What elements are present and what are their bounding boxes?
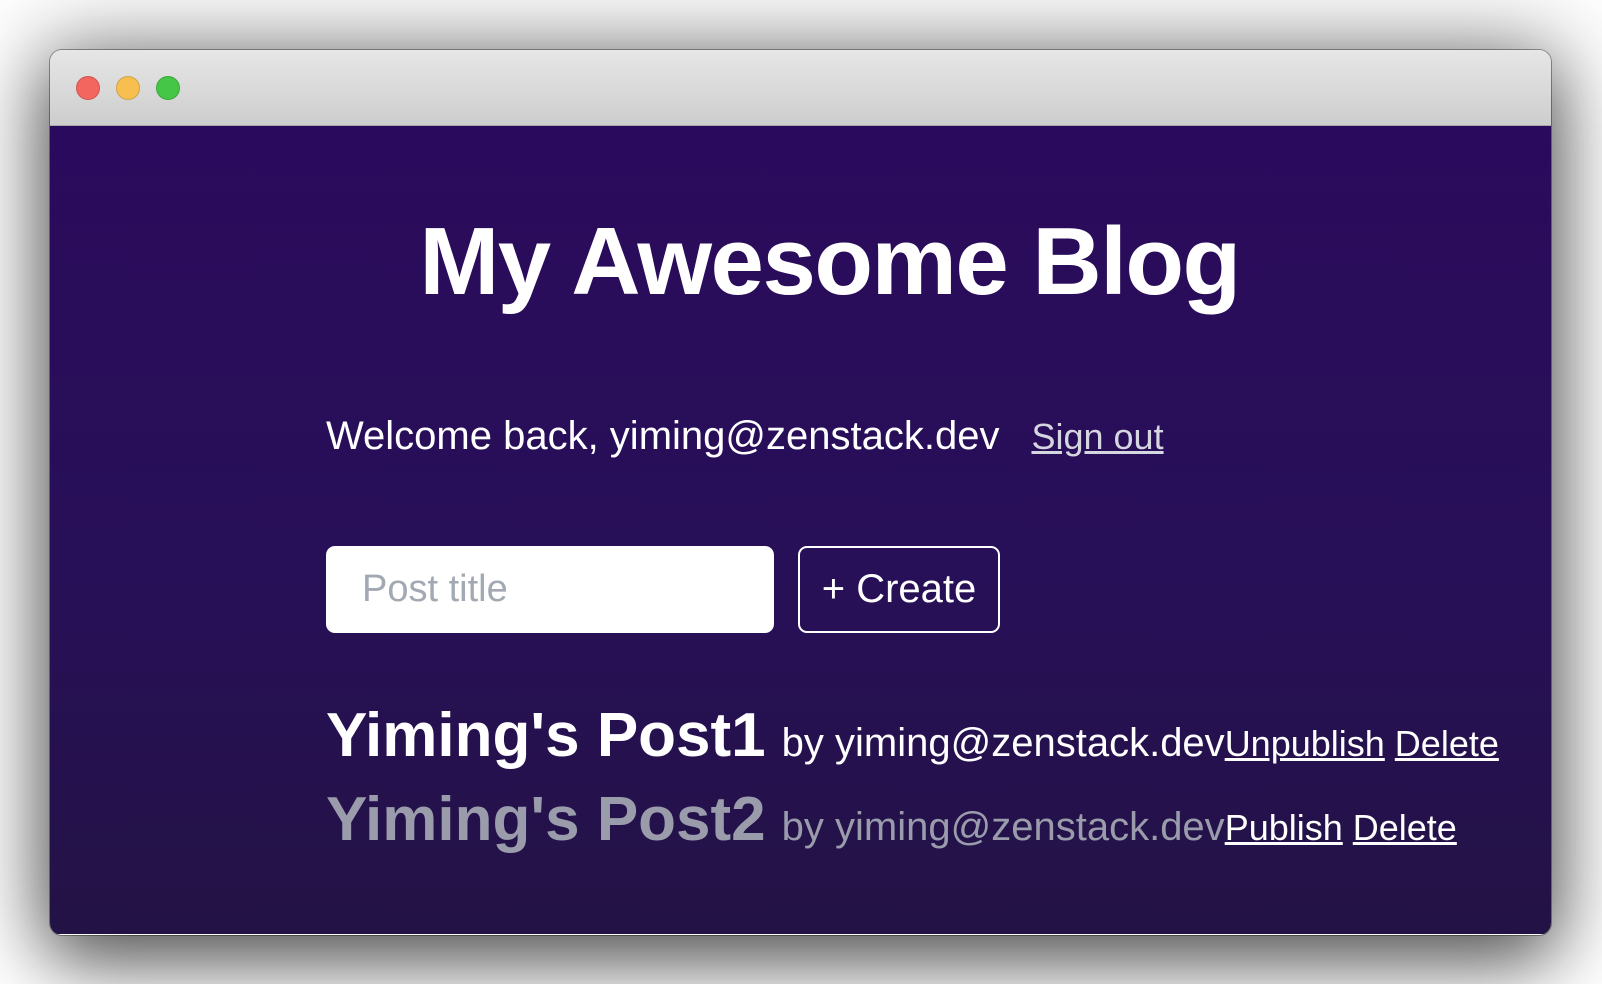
- zoom-window-button[interactable]: [156, 76, 180, 100]
- welcome-message: Welcome back, yiming@zenstack.dev: [326, 412, 999, 460]
- create-post-button[interactable]: + Create: [798, 546, 1000, 633]
- close-window-button[interactable]: [76, 76, 100, 100]
- window-titlebar[interactable]: [50, 50, 1551, 126]
- post-title-input[interactable]: [326, 546, 774, 633]
- publish-post-link[interactable]: Publish: [1225, 806, 1343, 849]
- post-info: Yiming's Post2 by yiming@zenstack.dev: [326, 783, 1225, 857]
- post-byline-text: by yiming@zenstack.dev: [782, 803, 1225, 851]
- unpublish-post-link[interactable]: Unpublish: [1225, 722, 1385, 765]
- post-title-text: Yiming's Post1: [326, 699, 766, 773]
- traffic-lights: [76, 76, 180, 100]
- posts-list: Yiming's Post1 by yiming@zenstack.dev Un…: [326, 699, 1333, 858]
- post-actions: Unpublish Delete: [1225, 722, 1499, 765]
- page-content: My Awesome Blog Welcome back, yiming@zen…: [50, 126, 1551, 934]
- sign-out-link[interactable]: Sign out: [1031, 415, 1163, 458]
- post-byline-text: by yiming@zenstack.dev: [782, 719, 1225, 767]
- post-row: Yiming's Post2 by yiming@zenstack.dev Pu…: [326, 783, 1333, 857]
- delete-post-link[interactable]: Delete: [1353, 806, 1457, 849]
- post-info: Yiming's Post1 by yiming@zenstack.dev: [326, 699, 1225, 773]
- post-actions: Publish Delete: [1225, 806, 1457, 849]
- minimize-window-button[interactable]: [116, 76, 140, 100]
- post-row: Yiming's Post1 by yiming@zenstack.dev Un…: [326, 699, 1333, 773]
- page-title: My Awesome Blog: [326, 126, 1333, 310]
- create-post-form: + Create: [326, 546, 1333, 633]
- delete-post-link[interactable]: Delete: [1395, 722, 1499, 765]
- post-title-text: Yiming's Post2: [326, 783, 766, 857]
- content-container: My Awesome Blog Welcome back, yiming@zen…: [326, 126, 1333, 858]
- session-bar: Welcome back, yiming@zenstack.dev Sign o…: [326, 412, 1333, 460]
- browser-window: My Awesome Blog Welcome back, yiming@zen…: [50, 50, 1551, 935]
